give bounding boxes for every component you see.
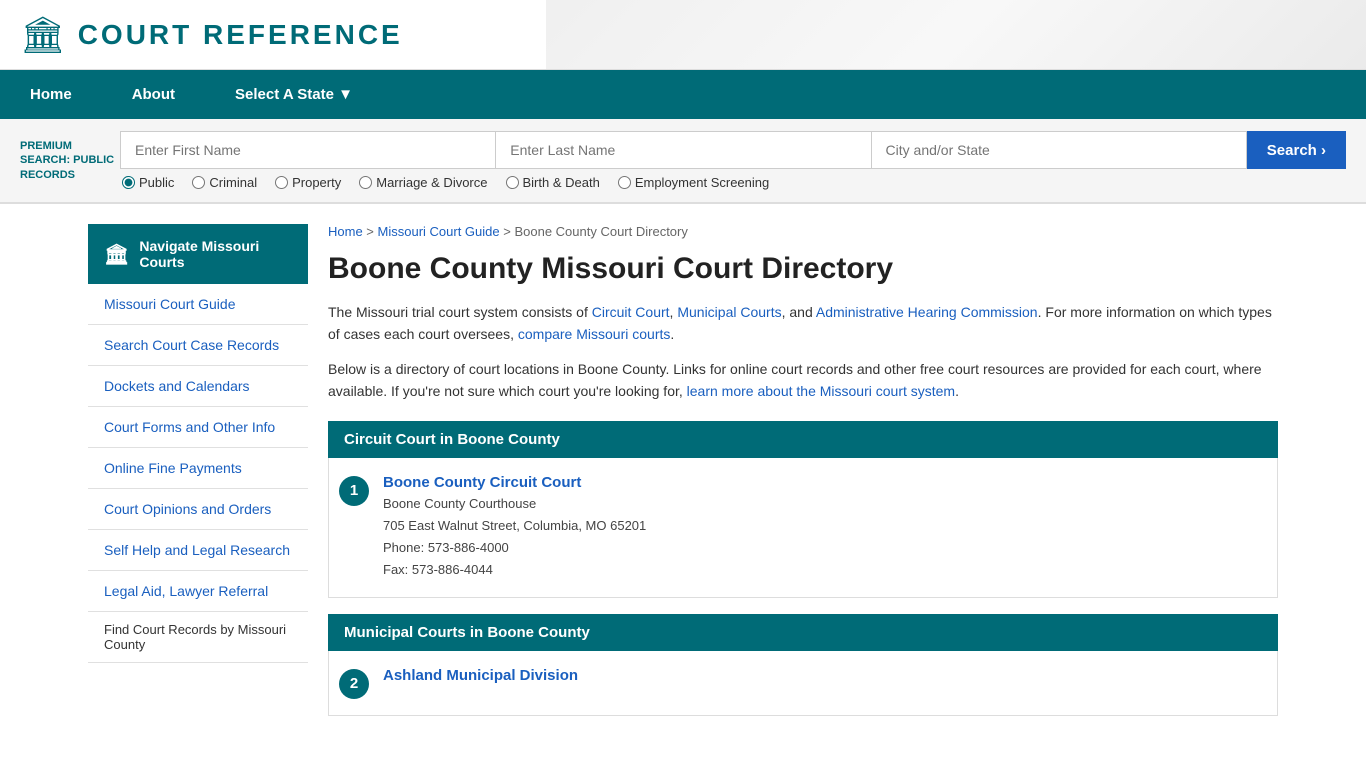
municipal-courts-section: Municipal Courts in Boone County 2 Ashla… <box>328 614 1278 716</box>
radio-marriage[interactable]: Marriage & Divorce <box>359 175 487 190</box>
nav-select-state[interactable]: Select A State ▼ <box>205 70 383 119</box>
first-name-input[interactable] <box>120 131 495 169</box>
sidebar-active-label: Navigate Missouri Courts <box>139 238 292 270</box>
city-input[interactable] <box>871 131 1247 169</box>
radio-employment[interactable]: Employment Screening <box>618 175 769 190</box>
court-number-1: 1 <box>339 476 369 506</box>
search-inputs: Search › Public Criminal Property Marria… <box>120 131 1346 190</box>
search-filter-radio-group: Public Criminal Property Marriage & Divo… <box>120 175 1346 190</box>
search-premium-label: PREMIUM SEARCH: PUBLIC RECORDS <box>20 131 120 182</box>
circuit-court-link[interactable]: Circuit Court <box>592 304 670 320</box>
boone-circuit-address: Boone County Courthouse 705 East Walnut … <box>383 493 1267 581</box>
sidebar: 🏛 Navigate Missouri Courts Missouri Cour… <box>88 224 308 732</box>
nav-about[interactable]: About <box>102 70 205 119</box>
ashland-municipal-link[interactable]: Ashland Municipal Division <box>383 667 578 684</box>
municipal-courts-link[interactable]: Municipal Courts <box>677 304 781 320</box>
breadcrumb-state[interactable]: Missouri Court Guide <box>378 224 500 239</box>
sidebar-item-dockets[interactable]: Dockets and Calendars <box>88 366 308 407</box>
main-nav: Home About Select A State ▼ <box>0 70 1366 119</box>
nav-home[interactable]: Home <box>0 70 102 119</box>
sidebar-item-opinions[interactable]: Court Opinions and Orders <box>88 489 308 530</box>
circuit-court-header: Circuit Court in Boone County <box>328 421 1278 458</box>
boone-circuit-court-link[interactable]: Boone County Circuit Court <box>383 474 581 491</box>
sidebar-item-fine-payments[interactable]: Online Fine Payments <box>88 448 308 489</box>
main-content: 🏛 Navigate Missouri Courts Missouri Cour… <box>68 204 1298 752</box>
header-background <box>546 0 1366 69</box>
sidebar-item-court-forms[interactable]: Court Forms and Other Info <box>88 407 308 448</box>
breadcrumb-current: Boone County Court Directory <box>514 224 687 239</box>
radio-public[interactable]: Public <box>122 175 174 190</box>
admin-hearing-link[interactable]: Administrative Hearing Commission <box>816 304 1038 320</box>
radio-birth[interactable]: Birth & Death <box>506 175 600 190</box>
logo-text: COURT REFERENCE <box>78 19 403 51</box>
court-info-ashland: Ashland Municipal Division <box>383 667 1267 684</box>
page-content: Home > Missouri Court Guide > Boone Coun… <box>328 224 1278 732</box>
site-header: 🏛 COURT REFERENCE <box>0 0 1366 70</box>
radio-criminal[interactable]: Criminal <box>192 175 257 190</box>
logo-area[interactable]: 🏛 COURT REFERENCE <box>20 14 403 56</box>
municipal-courts-header: Municipal Courts in Boone County <box>328 614 1278 651</box>
sidebar-item-find-records[interactable]: Find Court Records by Missouri County <box>88 612 308 663</box>
intro-paragraph: The Missouri trial court system consists… <box>328 301 1278 346</box>
sidebar-item-legal-aid[interactable]: Legal Aid, Lawyer Referral <box>88 571 308 612</box>
radio-property[interactable]: Property <box>275 175 341 190</box>
sidebar-active-navigate[interactable]: 🏛 Navigate Missouri Courts <box>88 224 308 284</box>
sidebar-item-search-records[interactable]: Search Court Case Records <box>88 325 308 366</box>
more-paragraph: Below is a directory of court locations … <box>328 358 1278 403</box>
court-number-2: 2 <box>339 669 369 699</box>
search-row: Search › <box>120 131 1346 169</box>
navigate-courts-icon: 🏛 <box>104 242 129 267</box>
court-entry-ashland: 2 Ashland Municipal Division <box>328 651 1278 716</box>
search-bar: PREMIUM SEARCH: PUBLIC RECORDS Search › … <box>0 119 1366 204</box>
logo-icon: 🏛 <box>20 14 66 56</box>
court-info-boone-circuit: Boone County Circuit Court Boone County … <box>383 474 1267 581</box>
compare-courts-link[interactable]: compare Missouri courts <box>518 326 671 342</box>
sidebar-item-self-help[interactable]: Self Help and Legal Research <box>88 530 308 571</box>
court-entry-boone-circuit: 1 Boone County Circuit Court Boone Count… <box>328 458 1278 598</box>
page-title: Boone County Missouri Court Directory <box>328 251 1278 287</box>
last-name-input[interactable] <box>495 131 870 169</box>
circuit-court-section: Circuit Court in Boone County 1 Boone Co… <box>328 421 1278 598</box>
breadcrumb: Home > Missouri Court Guide > Boone Coun… <box>328 224 1278 239</box>
learn-more-link[interactable]: learn more about the Missouri court syst… <box>687 383 955 399</box>
sidebar-item-mo-court-guide[interactable]: Missouri Court Guide <box>88 284 308 325</box>
search-button[interactable]: Search › <box>1247 131 1346 169</box>
breadcrumb-home[interactable]: Home <box>328 224 363 239</box>
